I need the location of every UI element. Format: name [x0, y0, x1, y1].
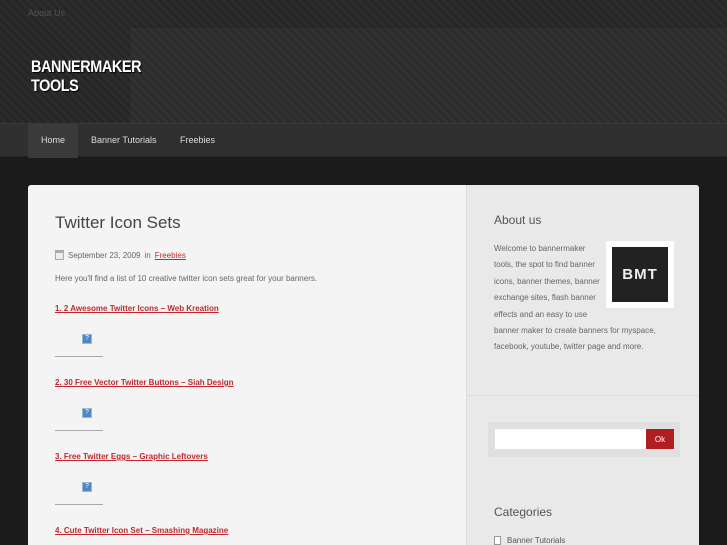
category-item[interactable]: Banner Tutorials	[494, 536, 565, 545]
header-texture	[130, 28, 727, 123]
category-label[interactable]: Banner Tutorials	[507, 536, 565, 545]
nav-home[interactable]: Home	[28, 124, 79, 158]
post-date: September 23, 2009	[68, 250, 141, 260]
search-form: Ok	[488, 422, 680, 457]
bmt-logo-image: BMT	[606, 241, 674, 308]
list-item: 3. Free Twitter Eggs – Graphic Leftovers	[55, 452, 208, 461]
search-input[interactable]	[495, 429, 646, 449]
bmt-logo-text: BMT	[612, 247, 668, 302]
divider	[55, 504, 103, 505]
about-title: About us	[494, 213, 542, 227]
site-logo[interactable]: BANNERMAKER TOOLS	[31, 57, 142, 95]
divider	[55, 356, 103, 357]
nav-banner-tutorials[interactable]: Banner Tutorials	[78, 124, 170, 158]
nav-freebies[interactable]: Freebies	[167, 124, 228, 158]
item-link[interactable]: 4. Cute Twitter Icon Set – Smashing Maga…	[55, 526, 228, 535]
broken-image-icon: ?	[82, 482, 92, 492]
item-link[interactable]: 3. Free Twitter Eggs – Graphic Leftovers	[55, 452, 208, 461]
broken-image-icon: ?	[82, 408, 92, 418]
categories-title: Categories	[494, 505, 553, 519]
list-item: 1. 2 Awesome Twitter Icons – Web Kreatio…	[55, 304, 219, 313]
search-ok-button[interactable]: Ok	[646, 429, 674, 449]
logo-line1: BANNERMAKER	[31, 57, 142, 76]
broken-image-icon: ?	[82, 334, 92, 344]
meta-in: in	[144, 250, 151, 260]
main-nav: Home Banner Tutorials Freebies	[0, 123, 727, 158]
header: About Us BANNERMAKER TOOLS	[0, 0, 727, 123]
item-link[interactable]: 1. 2 Awesome Twitter Icons – Web Kreatio…	[55, 304, 219, 313]
post: Twitter Icon Sets September 23, 2009 in …	[28, 185, 466, 545]
list-item: 4. Cute Twitter Icon Set – Smashing Maga…	[55, 526, 228, 535]
content-area: Twitter Icon Sets September 23, 2009 in …	[28, 185, 699, 545]
list-item: 2. 30 Free Vector Twitter Buttons – Siah…	[55, 378, 234, 387]
post-intro: Here you'll find a list of 10 creative t…	[55, 274, 318, 283]
logo-line2: TOOLS	[31, 76, 79, 95]
calendar-icon	[55, 250, 64, 260]
about-text: BMT Welcome to bannermaker tools, the sp…	[494, 241, 674, 356]
sidebar-divider	[467, 395, 699, 396]
category-link[interactable]: Freebies	[155, 251, 186, 260]
post-meta: September 23, 2009 in Freebies	[55, 250, 186, 260]
top-link-about-us[interactable]: About Us	[28, 8, 65, 18]
item-link[interactable]: 2. 30 Free Vector Twitter Buttons – Siah…	[55, 378, 234, 387]
sidebar: About us BMT Welcome to bannermaker tool…	[466, 185, 699, 545]
post-title: Twitter Icon Sets	[55, 213, 181, 232]
divider	[55, 430, 103, 431]
page-icon	[494, 536, 501, 545]
